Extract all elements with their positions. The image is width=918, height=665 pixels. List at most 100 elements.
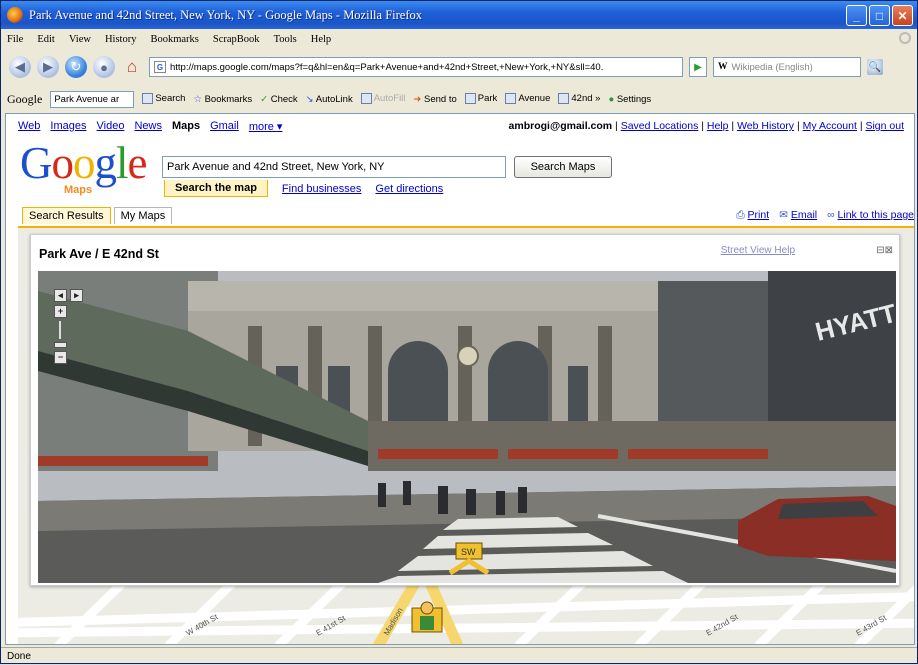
toolbar-42nd-button[interactable]: 42nd » xyxy=(558,93,600,105)
google-favicon-icon: G xyxy=(154,61,166,73)
highlight-icon xyxy=(558,93,570,105)
menu-file[interactable]: File xyxy=(7,34,23,45)
toolbar-autolink-button[interactable]: ↘ AutoLink xyxy=(306,94,353,105)
toolbar-check-button[interactable]: ✓ Check xyxy=(260,94,298,105)
street-view-controls: ◂ ▸ + − xyxy=(54,289,83,364)
pan-left-icon[interactable]: ◂ xyxy=(54,289,67,302)
url-text: http://maps.google.com/maps?f=q&hl=en&q=… xyxy=(170,61,604,73)
title-bar: Park Avenue and 42nd Street, New York, N… xyxy=(1,1,917,29)
link-help[interactable]: Help xyxy=(707,120,729,132)
google-toolbar: Google Park Avenue ar Search ☆ Bookmarks… xyxy=(1,87,917,111)
toolbar-sendto-button[interactable]: ➜ Send to xyxy=(413,94,456,105)
tab-get-directions[interactable]: Get directions xyxy=(375,183,443,195)
toolbar-search-button[interactable]: Search xyxy=(142,93,185,105)
link-saved-locations[interactable]: Saved Locations xyxy=(621,120,699,132)
toolbar-avenue-button[interactable]: Avenue xyxy=(505,93,550,105)
url-bar[interactable]: G http://maps.google.com/maps?f=q&hl=en&… xyxy=(149,57,683,77)
link-images[interactable]: Images xyxy=(50,120,86,136)
street-view-help-link[interactable]: Street View Help xyxy=(721,245,795,256)
tab-find-businesses[interactable]: Find businesses xyxy=(282,183,362,195)
menu-history[interactable]: History xyxy=(105,34,137,45)
close-button[interactable]: ✕ xyxy=(892,5,913,26)
maps-subtitle: Maps xyxy=(64,184,93,196)
link-sign-out[interactable]: Sign out xyxy=(865,120,904,132)
autofill-icon xyxy=(360,93,372,105)
link-action[interactable]: ∞ Link to this page xyxy=(827,209,914,222)
zoom-slider-thumb[interactable] xyxy=(54,342,67,348)
menu-view[interactable]: View xyxy=(69,34,91,45)
forward-icon[interactable]: ▶ xyxy=(37,56,59,78)
link-news[interactable]: News xyxy=(134,120,162,136)
menu-edit[interactable]: Edit xyxy=(37,34,55,45)
reload-icon[interactable]: ↻ xyxy=(65,56,87,78)
tab-my-maps[interactable]: My Maps xyxy=(113,207,173,224)
search-maps-button[interactable]: Search Maps xyxy=(514,156,612,178)
toolbar-autofill-button[interactable]: AutoFill xyxy=(360,93,405,105)
account-links: ambrogi@gmail.com | Saved Locations | He… xyxy=(508,120,904,132)
minimize-button[interactable]: _ xyxy=(846,5,867,26)
google-logo: Google xyxy=(20,138,147,188)
toolbar-settings-button[interactable]: ● Settings xyxy=(608,94,651,105)
link-icon: ∞ xyxy=(827,209,838,221)
stop-icon[interactable]: ● xyxy=(93,56,115,78)
link-web[interactable]: Web xyxy=(18,120,40,136)
page-content: Web Images Video News Maps Gmail more ▾ … xyxy=(5,113,915,645)
tab-search-the-map[interactable]: Search the map xyxy=(164,180,268,197)
link-maps-selected: Maps xyxy=(171,120,201,132)
highlight-icon xyxy=(505,93,517,105)
home-icon[interactable]: ⌂ xyxy=(121,56,143,78)
search-mode-tabs: Search the map Find businesses Get direc… xyxy=(164,180,443,197)
page-actions: ⎙ Print ✉ Email ∞ Link to this page xyxy=(736,209,914,222)
map-canvas[interactable]: W 40th St E 41st St Madison E 42nd St E … xyxy=(18,228,914,644)
print-action[interactable]: ⎙ Print xyxy=(736,209,769,222)
street-view-window-controls: ⊟⊠ xyxy=(876,245,893,256)
close-icon[interactable]: ⊠ xyxy=(885,245,893,256)
maximize-button[interactable]: □ xyxy=(869,5,890,26)
print-icon: ⎙ xyxy=(736,209,748,221)
street-view-panel: Park Ave / E 42nd St Street View Help ⊟⊠ xyxy=(30,234,900,586)
link-gmail[interactable]: Gmail xyxy=(210,120,239,136)
highlight-icon xyxy=(464,93,476,105)
window-title: Park Avenue and 42nd Street, New York, N… xyxy=(29,7,422,22)
link-more[interactable]: more ▾ xyxy=(249,120,283,136)
menu-help[interactable]: Help xyxy=(311,34,331,45)
navigation-toolbar: ◀ ▶ ↻ ● ⌂ G http://maps.google.com/maps?… xyxy=(1,49,917,85)
zoom-slider-track[interactable] xyxy=(59,321,61,339)
throbber-icon xyxy=(899,32,911,44)
email-icon: ✉ xyxy=(779,209,791,221)
menu-bar: File Edit View History Bookmarks ScrapBo… xyxy=(1,29,917,49)
google-toolbar-input[interactable]: Park Avenue ar xyxy=(50,90,135,108)
menu-scrapbook[interactable]: ScrapBook xyxy=(213,34,260,45)
back-icon[interactable]: ◀ xyxy=(9,56,31,78)
toolbar-park-button[interactable]: Park xyxy=(464,93,497,105)
search-go-icon[interactable]: 🔍 xyxy=(867,59,883,75)
google-maps-logo[interactable]: Google Maps xyxy=(20,138,147,197)
minimize-icon[interactable]: ⊟ xyxy=(876,245,884,256)
search-engine-icon[interactable]: W xyxy=(718,62,728,72)
link-video[interactable]: Video xyxy=(97,120,125,136)
search-icon xyxy=(142,93,154,105)
grand-central-scene: HYATT SW xyxy=(38,271,896,583)
zoom-out-icon[interactable]: − xyxy=(54,351,67,364)
zoom-in-icon[interactable]: + xyxy=(54,305,67,318)
menu-bookmarks[interactable]: Bookmarks xyxy=(150,34,198,45)
link-web-history[interactable]: Web History xyxy=(737,120,794,132)
google-top-links: Web Images Video News Maps Gmail more ▾ … xyxy=(18,120,906,136)
street-view-image[interactable]: HYATT SW ◂ ▸ + − xyxy=(38,271,896,583)
go-icon[interactable]: ▶ xyxy=(689,57,707,77)
search-box[interactable]: W Wikipedia (English) xyxy=(713,57,861,77)
search-input[interactable]: Park Avenue and 42nd Street, New York, N… xyxy=(162,156,506,178)
pegman-map-icon[interactable] xyxy=(410,600,444,640)
search-placeholder: Wikipedia (English) xyxy=(731,61,813,73)
tab-search-results[interactable]: Search Results xyxy=(22,207,111,224)
status-bar: Done xyxy=(1,647,917,665)
compass-label: SW xyxy=(461,547,476,557)
pan-right-icon[interactable]: ▸ xyxy=(70,289,83,302)
toolbar-bookmarks-button[interactable]: ☆ Bookmarks xyxy=(193,94,252,105)
firefox-icon xyxy=(7,7,23,23)
menu-tools[interactable]: Tools xyxy=(274,34,297,45)
google-toolbar-logo[interactable]: Google xyxy=(7,92,42,107)
email-action[interactable]: ✉ Email xyxy=(779,209,817,222)
link-my-account[interactable]: My Account xyxy=(803,120,857,132)
panel-tabs: Search Results My Maps xyxy=(22,207,173,224)
